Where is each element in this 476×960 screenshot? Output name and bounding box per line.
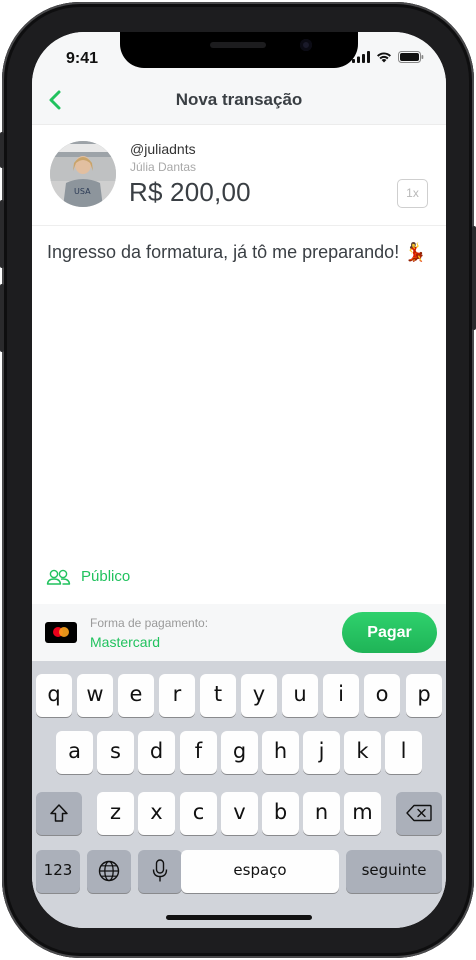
- volume-down-button: [0, 284, 4, 352]
- globe-key[interactable]: [87, 850, 131, 893]
- recipient-name: Júlia Dantas: [130, 160, 197, 174]
- status-icons: [352, 51, 424, 63]
- payment-method-label: Forma de pagamento:: [90, 616, 209, 630]
- power-button: [472, 226, 476, 330]
- key-t[interactable]: t: [200, 674, 236, 717]
- notch: [120, 32, 358, 68]
- status-time: 9:41: [66, 50, 99, 67]
- amount-value[interactable]: R$ 200,00: [129, 177, 251, 208]
- svg-text:USA: USA: [74, 187, 91, 196]
- return-key[interactable]: seguinte: [346, 850, 442, 893]
- key-v[interactable]: v: [221, 792, 258, 835]
- privacy-label: Público: [81, 568, 131, 585]
- key-d[interactable]: d: [138, 731, 175, 774]
- mastercard-icon: [45, 622, 77, 643]
- page-title: Nova transação: [175, 90, 303, 109]
- key-z[interactable]: z: [97, 792, 134, 835]
- key-c[interactable]: c: [180, 792, 217, 835]
- payment-method-selector[interactable]: Mastercard: [90, 634, 160, 650]
- volume-up-button: [0, 200, 4, 268]
- key-y[interactable]: y: [241, 674, 277, 717]
- key-x[interactable]: x: [138, 792, 175, 835]
- screen: 9:41 Nova transação USA @juliadnts Júlia…: [32, 32, 446, 928]
- dictation-key[interactable]: [138, 850, 182, 893]
- key-p[interactable]: p: [406, 674, 442, 717]
- key-k[interactable]: k: [344, 731, 381, 774]
- message-input[interactable]: Ingresso da formatura, já tô me preparan…: [47, 242, 437, 263]
- avatar-photo: USA: [50, 141, 116, 207]
- key-g[interactable]: g: [221, 731, 258, 774]
- key-w[interactable]: w: [77, 674, 113, 717]
- home-indicator: [166, 915, 312, 920]
- speaker: [210, 42, 266, 48]
- pay-button[interactable]: Pagar: [342, 612, 437, 653]
- battery-icon: [398, 51, 424, 63]
- installments-button[interactable]: 1x: [397, 179, 428, 208]
- recipient-handle: @juliadnts: [130, 141, 196, 157]
- people-icon: [46, 569, 71, 585]
- front-camera: [300, 39, 312, 51]
- key-a[interactable]: a: [56, 731, 93, 774]
- delete-key[interactable]: [396, 792, 442, 835]
- phone-frame: 9:41 Nova transação USA @juliadnts Júlia…: [0, 2, 476, 958]
- shift-icon: [50, 804, 68, 822]
- key-e[interactable]: e: [118, 674, 154, 717]
- shift-key[interactable]: [36, 792, 82, 835]
- key-b[interactable]: b: [262, 792, 299, 835]
- globe-icon: [98, 860, 120, 882]
- key-m[interactable]: m: [344, 792, 381, 835]
- key-o[interactable]: o: [364, 674, 400, 717]
- recipient-card: USA @juliadnts Júlia Dantas R$ 200,00 1x: [32, 125, 446, 226]
- space-key[interactable]: espaço: [181, 850, 339, 893]
- payment-bar: Forma de pagamento: Mastercard Pagar: [32, 604, 446, 661]
- navigation-bar: Nova transação: [32, 76, 446, 125]
- key-j[interactable]: j: [303, 731, 340, 774]
- privacy-selector[interactable]: Público: [46, 568, 130, 585]
- keyboard: q w e r t y u i o p a s d f g h j k l z: [32, 661, 446, 928]
- key-u[interactable]: u: [282, 674, 318, 717]
- key-h[interactable]: h: [262, 731, 299, 774]
- numbers-key[interactable]: 123: [36, 850, 80, 893]
- key-q[interactable]: q: [36, 674, 72, 717]
- mute-switch: [0, 132, 4, 168]
- key-f[interactable]: f: [180, 731, 217, 774]
- backspace-icon: [406, 804, 432, 822]
- key-s[interactable]: s: [97, 731, 134, 774]
- key-i[interactable]: i: [323, 674, 359, 717]
- key-r[interactable]: r: [159, 674, 195, 717]
- avatar[interactable]: USA: [50, 141, 116, 207]
- microphone-icon: [152, 859, 168, 882]
- key-n[interactable]: n: [303, 792, 340, 835]
- wifi-icon: [377, 52, 391, 63]
- key-l[interactable]: l: [385, 731, 422, 774]
